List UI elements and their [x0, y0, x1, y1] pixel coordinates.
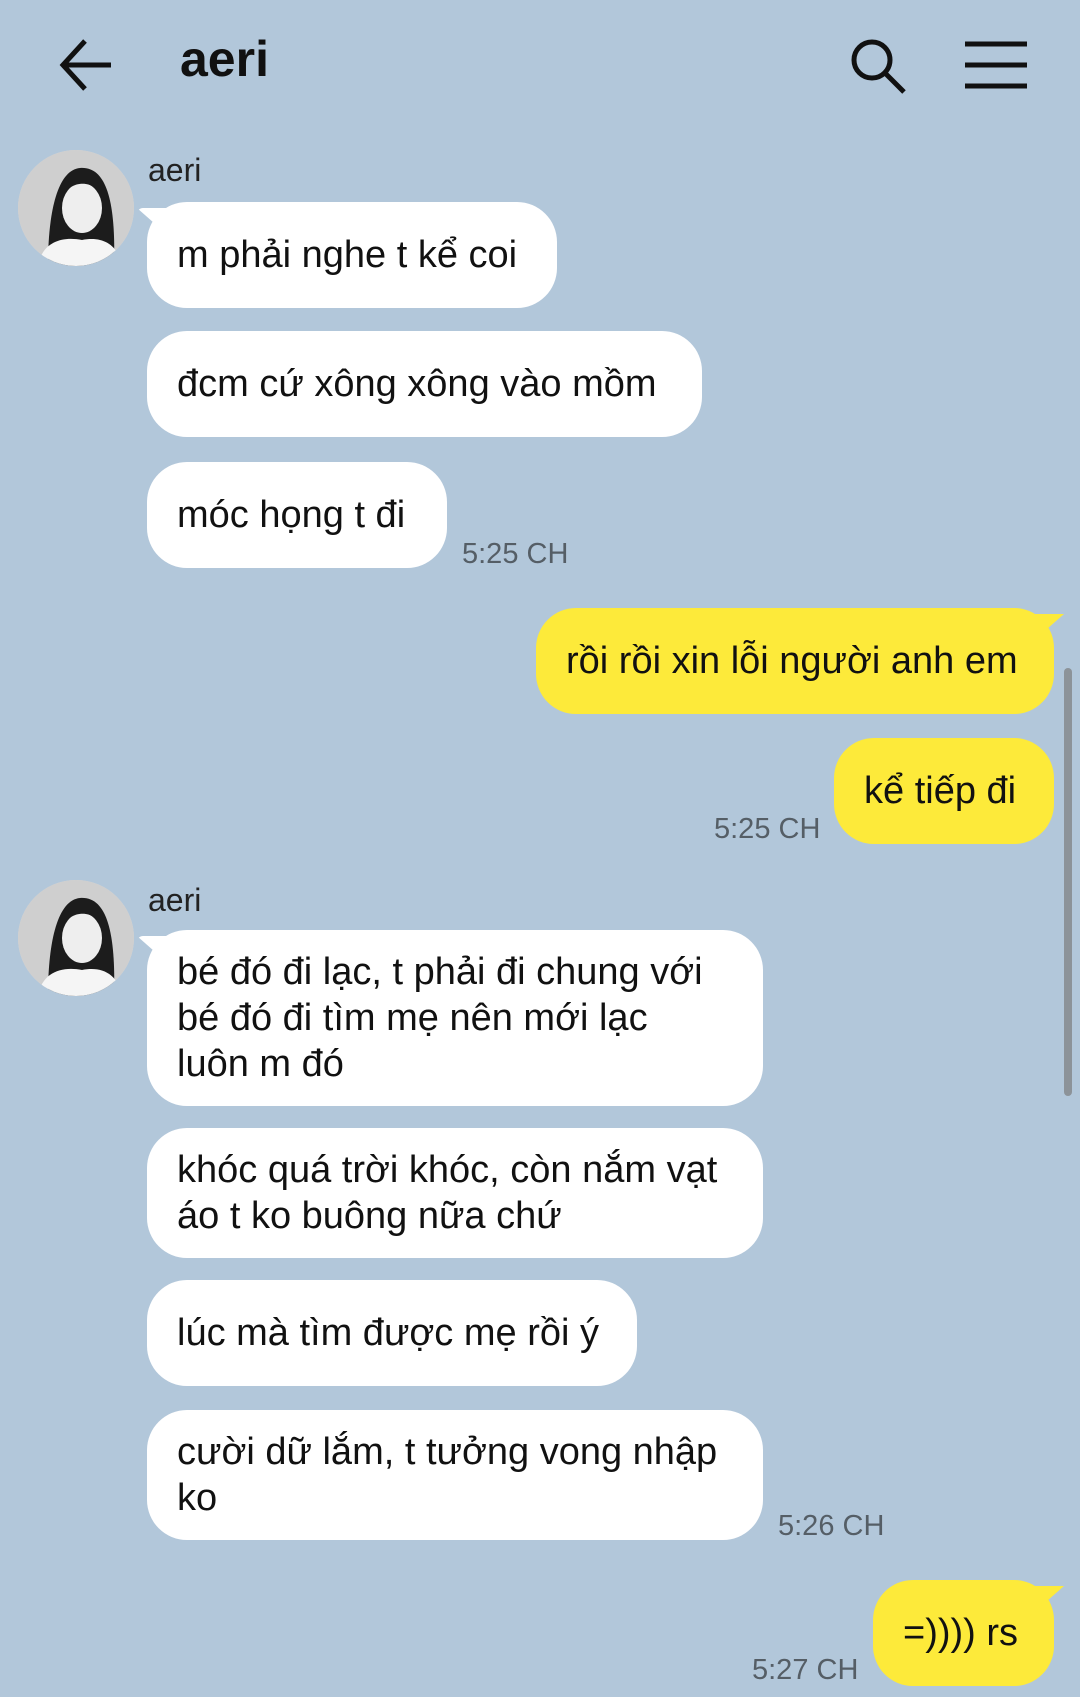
message-bubble[interactable]: cười dữ lắm, t tưởng vong nhập ko	[147, 1410, 763, 1540]
message-time: 5:26 CH	[778, 1510, 885, 1542]
chat-title: aeri	[180, 31, 269, 87]
sender-name: aeri	[148, 882, 202, 918]
arrow-left-icon[interactable]	[55, 35, 115, 95]
message-bubble[interactable]: rồi rồi xin lỗi người anh em	[536, 608, 1054, 714]
avatar-image	[18, 150, 134, 266]
message-bubble[interactable]: đcm cứ xông xông vào mồm	[147, 331, 702, 437]
chat-header: aeri	[0, 0, 1080, 130]
hamburger-menu-icon[interactable]	[965, 40, 1027, 90]
message-bubble[interactable]: =)))) rs	[873, 1580, 1054, 1686]
message-bubble[interactable]: khóc quá trời khóc, còn nắm vạt áo t ko …	[147, 1128, 763, 1258]
message-bubble[interactable]: lúc mà tìm được mẹ rồi ý	[147, 1280, 637, 1386]
message-bubble[interactable]: móc họng t đi	[147, 462, 447, 568]
search-icon[interactable]	[848, 36, 908, 96]
message-time: 5:25 CH	[714, 813, 821, 845]
message-time: 5:27 CH	[752, 1654, 859, 1686]
message-bubble[interactable]: kể tiếp đi	[834, 738, 1054, 844]
avatar-image	[18, 880, 134, 996]
message-time: 5:25 CH	[462, 538, 569, 570]
sender-name: aeri	[148, 152, 202, 188]
avatar[interactable]	[18, 150, 134, 266]
avatar[interactable]	[18, 880, 134, 996]
message-bubble[interactable]: bé đó đi lạc, t phải đi chung với bé đó …	[147, 930, 763, 1106]
message-bubble[interactable]: m phải nghe t kể coi	[147, 202, 557, 308]
scrollbar[interactable]	[1064, 668, 1072, 1096]
